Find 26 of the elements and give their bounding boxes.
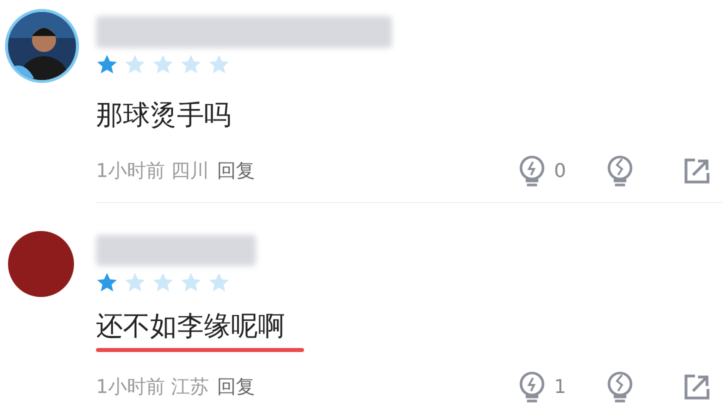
reply-link[interactable]: 回复 [217, 372, 256, 402]
comment-location: 江苏 [171, 374, 210, 400]
share-icon[interactable] [684, 158, 710, 184]
comment-text: 还不如李缘呢啊 [96, 312, 286, 340]
star-icon [96, 54, 118, 75]
comment-location: 四川 [171, 158, 210, 184]
lightning-bulb-icon[interactable] [518, 371, 546, 403]
reply-link[interactable]: 回复 [217, 156, 256, 186]
star-icon [152, 272, 174, 294]
star-icon [152, 54, 174, 75]
star-icon [96, 272, 118, 294]
comment-text: 那球烫手吗 [96, 102, 232, 128]
like-count: 1 [554, 374, 568, 400]
star-icon [208, 272, 230, 294]
star-icon [208, 54, 230, 75]
comment-time: 1小时前 [96, 158, 166, 184]
comment-time: 1小时前 [96, 374, 166, 400]
share-icon[interactable] [684, 374, 710, 400]
star-icon [124, 272, 146, 294]
star-icon [124, 54, 146, 75]
star-icon [180, 272, 202, 294]
cracked-bulb-icon[interactable] [606, 155, 634, 187]
lightning-bulb-icon[interactable] [518, 155, 546, 187]
cracked-bulb-icon[interactable] [606, 371, 634, 403]
star-icon [180, 54, 202, 75]
like-count: 0 [554, 158, 568, 184]
